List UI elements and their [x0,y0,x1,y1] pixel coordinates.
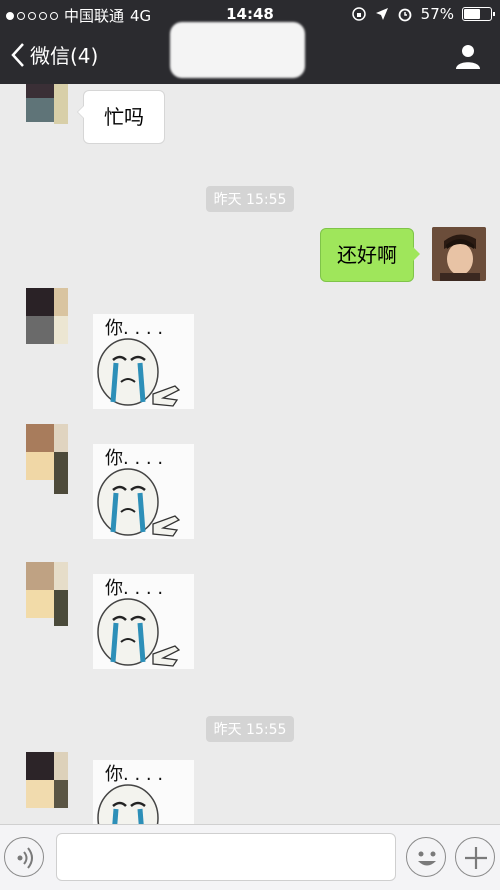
avatar[interactable] [26,752,68,808]
sticker-caption: 你. . . . [105,578,163,599]
sticker-caption: 你. . . . [105,448,163,469]
message-text: 还好啊 [337,243,397,267]
plus-icon [465,847,487,869]
input-bar [0,824,500,890]
crying-face-sticker-image: 你. . . . [93,760,194,824]
alarm-clock-icon [398,8,412,22]
location-arrow-icon [375,8,388,20]
received-message-bubble[interactable]: 忙吗 [77,90,165,144]
avatar[interactable] [26,288,68,344]
avatar[interactable] [26,84,68,124]
back-label: 微信(4) [30,44,99,68]
timestamp-text: 昨天 15:55 [205,186,295,212]
voice-icon [17,847,33,869]
rotation-lock-icon [351,7,366,21]
sticker-message[interactable]: 你. . . . [93,760,194,824]
timestamp: 昨天 15:55 [0,716,500,742]
avatar[interactable] [26,424,68,494]
sticker-caption: 你. . . . [105,764,163,785]
chevron-left-icon [11,42,24,67]
redacted-chat-title [170,22,305,78]
voice-input-button[interactable] [4,837,44,877]
back-button[interactable]: 微信(4) [10,40,98,69]
sticker-message[interactable]: 你. . . . [93,444,194,539]
emoji-button[interactable] [406,837,446,877]
more-options-button[interactable] [455,837,495,877]
my-avatar[interactable] [432,227,486,281]
timestamp-text: 昨天 15:55 [205,716,295,742]
sticker-caption: 你. . . . [105,318,163,339]
timestamp: 昨天 15:55 [0,186,500,212]
battery-percent: 57% [420,5,454,23]
navigation-bar: 微信(4) [0,22,500,84]
message-input[interactable] [56,833,396,881]
battery-icon [462,7,495,21]
avatar[interactable] [26,562,68,626]
status-right: 57% [351,5,495,23]
crying-face-sticker-image: 你. . . . [93,444,194,539]
contact-profile-icon[interactable] [454,42,482,70]
crying-face-sticker-image: 你. . . . [93,574,194,669]
crying-face-sticker-image: 你. . . . [93,314,194,409]
message-text: 忙吗 [104,105,144,129]
sticker-message[interactable]: 你. . . . [93,314,194,409]
smiley-icon [418,851,436,866]
chat-area[interactable]: 忙吗 昨天 15:55 还好啊 你. . . . 你. . . . 你. . .… [0,84,500,824]
sticker-message[interactable]: 你. . . . [93,574,194,669]
sent-message-bubble[interactable]: 还好啊 [320,228,420,282]
